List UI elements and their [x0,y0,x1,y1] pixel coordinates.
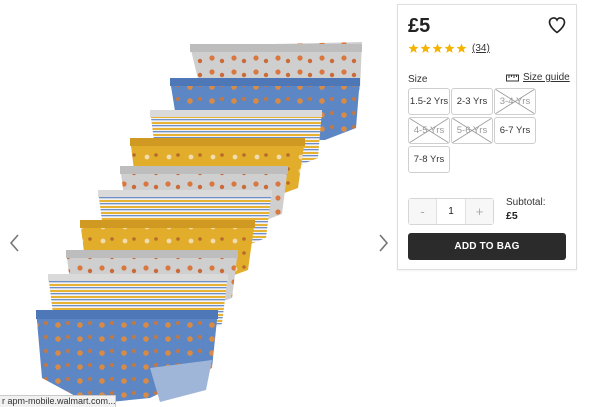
add-to-bag-button[interactable]: ADD TO BAG [408,233,566,260]
purchase-panel: £5 (34) Size Size guide 1.5-2 Yrs 2-3 Yr… [397,4,577,270]
size-option-6-7-yrs[interactable]: 6-7 Yrs [494,117,536,144]
star-icon [420,43,431,53]
product-image [36,42,362,404]
size-option-7-8-yrs[interactable]: 7-8 Yrs [408,146,450,173]
heart-outline-icon[interactable] [547,15,567,35]
ruler-icon [506,74,519,81]
size-option-3-4-yrs[interactable]: 3-4 Yrs [494,88,536,115]
chevron-left-icon[interactable] [6,232,24,254]
size-option-label: 4-5 Yrs [413,125,445,136]
subtotal-label: Subtotal: [506,197,546,208]
status-bar-url: r apm-mobile.walmart.com... [0,395,116,407]
star-icon [444,43,455,53]
quantity-input[interactable] [437,199,465,224]
quantity-stepper: - + [408,198,494,225]
subtotal-value: £5 [506,210,518,222]
star-icon [456,43,467,53]
product-price: £5 [408,15,431,37]
size-option-label: 2-3 Yrs [456,96,488,107]
size-option-label: 6-7 Yrs [499,125,531,136]
review-count-link[interactable]: (34) [472,43,490,54]
size-option-label: 5-6 Yrs [456,125,488,136]
star-icon [408,43,419,53]
star-icon [432,43,443,53]
star-rating: (34) [408,43,490,54]
quantity-decrease-button[interactable]: - [409,199,437,224]
size-option-1-5-2-yrs[interactable]: 1.5-2 Yrs [408,88,450,115]
size-guide-link[interactable]: Size guide [506,72,570,83]
size-label: Size [408,74,428,85]
chevron-right-icon[interactable] [374,232,392,254]
size-option-label: 7-8 Yrs [413,154,445,165]
size-guide-label: Size guide [523,72,570,83]
size-option-5-6-yrs[interactable]: 5-6 Yrs [451,117,493,144]
product-gallery [0,0,395,407]
quantity-increase-button[interactable]: + [465,199,493,224]
size-option-2-3-yrs[interactable]: 2-3 Yrs [451,88,493,115]
size-option-4-5-yrs[interactable]: 4-5 Yrs [408,117,450,144]
size-option-label: 3-4 Yrs [499,96,531,107]
size-option-label: 1.5-2 Yrs [409,96,449,107]
